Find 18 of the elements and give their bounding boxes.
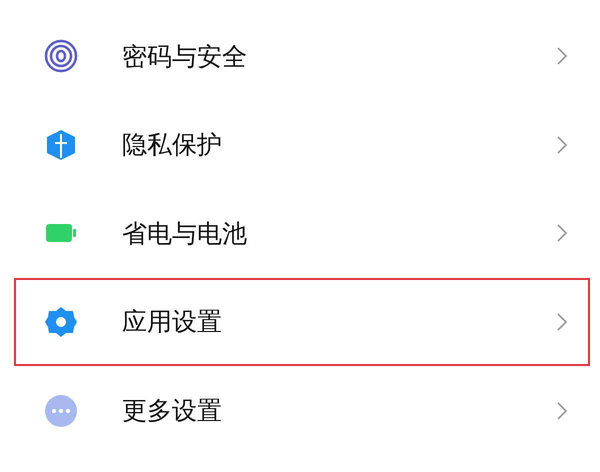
- settings-row[interactable]: 省电与电池: [14, 189, 590, 278]
- row-label: 更多设置: [122, 394, 223, 427]
- settings-row[interactable]: 密码与安全: [14, 12, 590, 101]
- row-label: 应用设置: [122, 306, 223, 338]
- row-label: 密码与安全: [122, 40, 248, 73]
- row-label: 省电与电池: [122, 218, 248, 250]
- shield-icon: [44, 128, 78, 162]
- chevron-icon: [556, 46, 568, 66]
- highlighted-settings-row[interactable]: 应用设置: [14, 278, 590, 366]
- chevron-icon: [556, 223, 568, 244]
- gear-icon: [44, 305, 78, 340]
- chevron-icon: [556, 400, 568, 421]
- chevron-icon: [556, 312, 568, 332]
- more-icon: [44, 394, 78, 428]
- settings-row[interactable]: 隐私保护: [14, 100, 590, 190]
- settings-row[interactable]: 更多设置: [14, 366, 590, 455]
- chevron-icon: [556, 134, 568, 155]
- row-label: 隐私保护: [122, 129, 223, 162]
